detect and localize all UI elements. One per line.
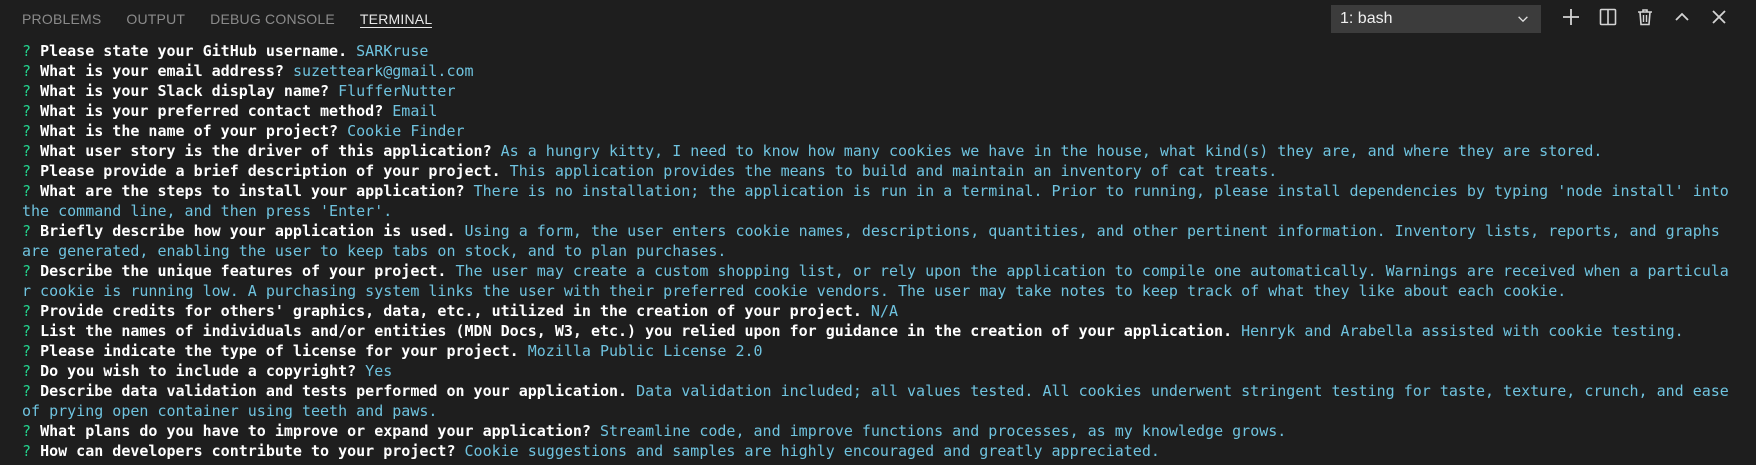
- prompt-mark: ?: [22, 182, 32, 200]
- question-text: What is your email address?: [40, 62, 284, 80]
- prompt-mark: ?: [22, 422, 32, 440]
- prompt-mark: ?: [22, 82, 32, 100]
- chevron-up-icon: [1675, 12, 1689, 21]
- terminal-line: ? Please provide a brief description of …: [22, 161, 1734, 181]
- terminal-line: ? Describe the unique features of your p…: [22, 261, 1734, 301]
- terminal-line: ? What user story is the driver of this …: [22, 141, 1734, 161]
- terminal-line: ? What plans do you have to improve or e…: [22, 421, 1734, 441]
- terminal-line: ? What is your Slack display name? Fluff…: [22, 81, 1734, 101]
- answer-text: Streamline code, and improve functions a…: [599, 422, 1287, 440]
- question-text: What is your preferred contact method?: [40, 102, 384, 120]
- terminal-line: ? Please indicate the type of license fo…: [22, 341, 1734, 361]
- terminal-line: ? How can developers contribute to your …: [22, 441, 1734, 461]
- answer-text: Cookie Finder: [347, 122, 465, 140]
- terminal-line: ? What is your email address? suzetteark…: [22, 61, 1734, 81]
- terminal-line: ? What are the steps to install your app…: [22, 181, 1734, 221]
- prompt-mark: ?: [22, 142, 32, 160]
- panel-tab-bar: PROBLEMS OUTPUT DEBUG CONSOLE TERMINAL 1…: [0, 0, 1756, 38]
- question-text: Describe the unique features of your pro…: [40, 262, 447, 280]
- question-text: What are the steps to install your appli…: [40, 182, 465, 200]
- tab-problems[interactable]: PROBLEMS: [22, 0, 101, 27]
- terminal-shell-select[interactable]: 1: bash: [1331, 5, 1541, 33]
- trash-icon: [1638, 9, 1652, 26]
- terminal-line: ? Please state your GitHub username. SAR…: [22, 41, 1734, 61]
- split-icon: [1599, 8, 1617, 26]
- answer-text: Email: [392, 102, 438, 120]
- answer-text: Mozilla Public License 2.0: [527, 342, 763, 360]
- terminal-line: ? Briefly describe how your application …: [22, 221, 1734, 261]
- terminal-line: ? List the names of individuals and/or e…: [22, 321, 1734, 341]
- prompt-mark: ?: [22, 382, 32, 400]
- question-text: What is the name of your project?: [40, 122, 339, 140]
- maximize-panel-button[interactable]: [1671, 6, 1693, 28]
- question-text: Do you wish to include a copyright?: [40, 362, 357, 380]
- question-text: Provide credits for others' graphics, da…: [40, 302, 862, 320]
- new-terminal-button[interactable]: [1560, 6, 1582, 28]
- close-icon: [1712, 10, 1726, 24]
- prompt-mark: ?: [22, 42, 32, 60]
- question-text: List the names of individuals and/or ent…: [40, 322, 1233, 340]
- prompt-mark: ?: [22, 362, 32, 380]
- tab-debug-console[interactable]: DEBUG CONSOLE: [210, 0, 335, 27]
- terminal-line: ? Provide credits for others' graphics, …: [22, 301, 1734, 321]
- prompt-mark: ?: [22, 122, 32, 140]
- question-text: Please provide a brief description of yo…: [40, 162, 501, 180]
- tab-terminal[interactable]: TERMINAL: [359, 0, 433, 28]
- shell-select-value: 1: bash: [1340, 10, 1393, 27]
- answer-text: As a hungry kitty, I need to know how ma…: [500, 142, 1603, 160]
- chevron-down-icon: [1518, 16, 1528, 23]
- question-text: Briefly describe how your application is…: [40, 222, 456, 240]
- plus-icon: [1563, 9, 1579, 25]
- panel-actions: [1560, 6, 1745, 32]
- prompt-mark: ?: [22, 162, 32, 180]
- prompt-mark: ?: [22, 442, 32, 460]
- terminal-line: ? What is the name of your project? Cook…: [22, 121, 1734, 141]
- close-panel-button[interactable]: [1708, 6, 1730, 28]
- question-text: Please state your GitHub username.: [40, 42, 348, 60]
- tab-output[interactable]: OUTPUT: [126, 0, 185, 27]
- prompt-mark: ?: [22, 342, 32, 360]
- question-text: What is your Slack display name?: [40, 82, 330, 100]
- question-text: Describe data validation and tests perfo…: [40, 382, 628, 400]
- answer-text: Cookie suggestions and samples are highl…: [464, 442, 1160, 460]
- answer-text: suzetteark@gmail.com: [292, 62, 474, 80]
- answer-text: FlufferNutter: [338, 82, 456, 100]
- terminal-line: ? Do you wish to include a copyright? Ye…: [22, 361, 1734, 381]
- prompt-mark: ?: [22, 322, 32, 340]
- prompt-mark: ?: [22, 222, 32, 240]
- terminal-output[interactable]: ? Please state your GitHub username. SAR…: [22, 41, 1734, 461]
- answer-text: SARKruse: [356, 42, 429, 60]
- terminal-line: ? Describe data validation and tests per…: [22, 381, 1734, 421]
- answer-text: N/A: [870, 302, 898, 320]
- question-text: How can developers contribute to your pr…: [40, 442, 456, 460]
- question-text: Please indicate the type of license for …: [40, 342, 519, 360]
- kill-terminal-button[interactable]: [1634, 6, 1656, 28]
- answer-text: Henryk and Arabella assisted with cookie…: [1241, 322, 1684, 340]
- split-terminal-button[interactable]: [1597, 6, 1619, 28]
- prompt-mark: ?: [22, 62, 32, 80]
- terminal-panel: PROBLEMS OUTPUT DEBUG CONSOLE TERMINAL 1…: [0, 0, 1756, 465]
- answer-text: This application provides the means to b…: [509, 162, 1278, 180]
- prompt-mark: ?: [22, 102, 32, 120]
- terminal-line: ? What is your preferred contact method?…: [22, 101, 1734, 121]
- answer-text: Yes: [365, 362, 393, 380]
- prompt-mark: ?: [22, 262, 32, 280]
- prompt-mark: ?: [22, 302, 32, 320]
- panel-tabs: PROBLEMS OUTPUT DEBUG CONSOLE TERMINAL: [22, 0, 457, 38]
- question-text: What user story is the driver of this ap…: [40, 142, 492, 160]
- question-text: What plans do you have to improve or exp…: [40, 422, 591, 440]
